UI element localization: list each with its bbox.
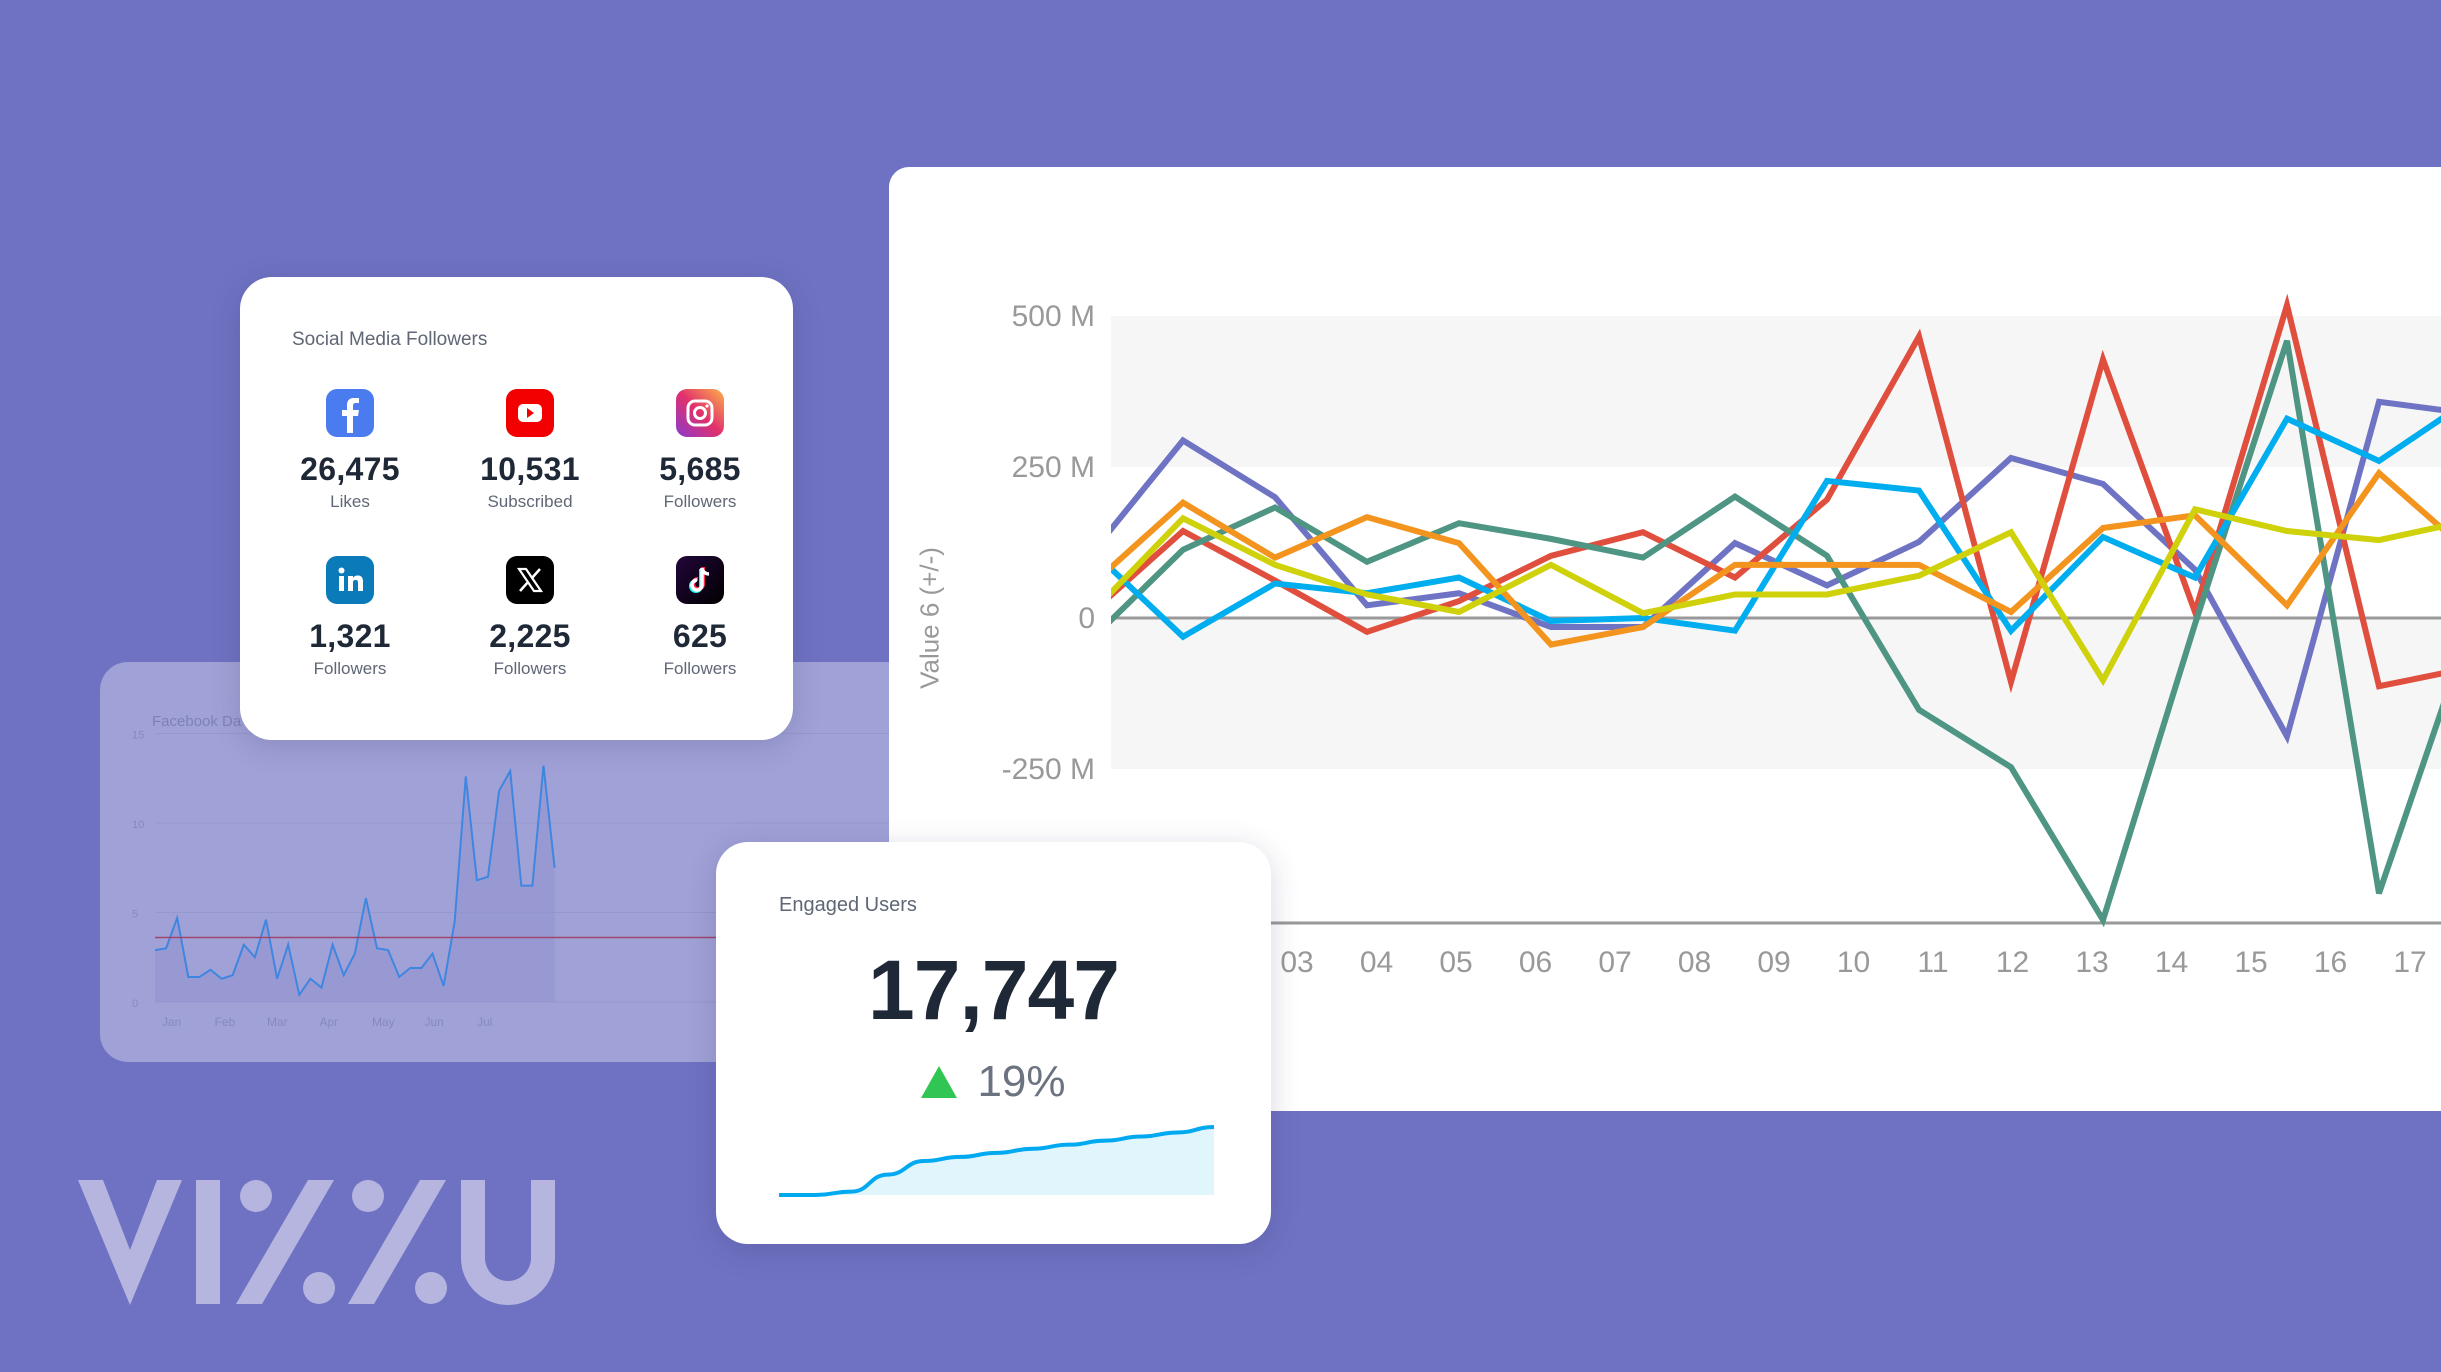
x-tick-label: 06	[1519, 946, 1552, 979]
facebook-value: 26,475	[300, 451, 400, 487]
x-tick-label: 12	[1996, 946, 2029, 979]
x-tick-label: 16	[2314, 946, 2347, 979]
x-tick-label: 17	[2393, 946, 2426, 979]
y-tick-label: 0	[1078, 602, 1095, 635]
linkedin-label: Followers	[313, 659, 387, 678]
tiktok-value: 625	[672, 618, 728, 654]
fb-x-tick: Feb	[215, 1015, 236, 1029]
youtube-icon	[506, 389, 554, 437]
tiktok-label: Followers	[663, 659, 737, 678]
y-tick-label: 250 M	[1012, 451, 1095, 484]
y-axis-title: Value 6 (+/-)	[914, 547, 945, 689]
social-item-x[interactable]: 2,225 Followers	[440, 556, 620, 679]
x-tick-label: 08	[1678, 946, 1711, 979]
youtube-label: Subscribed	[487, 492, 573, 511]
fb-x-tick: Jul	[477, 1015, 492, 1029]
x-value: 2,225	[489, 618, 571, 654]
linkedin-icon	[326, 556, 374, 604]
fb-y-tick: 0	[132, 998, 138, 1010]
fb-x-tick: May	[372, 1015, 395, 1029]
social-item-instagram[interactable]: 5,685 Followers	[620, 389, 780, 512]
x-tick-label: 14	[2155, 946, 2188, 979]
x-tick-label: 03	[1280, 946, 1313, 979]
facebook-label: Likes	[330, 492, 370, 511]
grid-band	[1111, 618, 2441, 769]
facebook-icon	[326, 389, 374, 437]
fb-x-tick: Jan	[162, 1015, 181, 1029]
engaged-users-card: Engaged Users 17,747 19%	[716, 842, 1271, 1244]
social-item-tiktok[interactable]: 625 Followers	[620, 556, 780, 679]
x-label: Followers	[493, 659, 567, 678]
instagram-icon	[676, 389, 724, 437]
engaged-users-sparkline	[779, 1125, 1215, 1197]
x-icon	[506, 556, 554, 604]
fb-y-tick: 10	[132, 819, 144, 831]
y-tick-label: -250 M	[1002, 753, 1095, 786]
x-tick-label: 15	[2234, 946, 2267, 979]
x-tick-label: 09	[1757, 946, 1790, 979]
grid-band	[1111, 316, 2441, 467]
fb-x-tick: Jun	[425, 1015, 444, 1029]
youtube-value: 10,531	[480, 451, 580, 487]
x-tick-label: 11	[1917, 946, 1948, 979]
fb-x-tick: Mar	[267, 1015, 288, 1029]
fb-y-tick: 5	[132, 909, 138, 921]
y-tick-label: 500 M	[1012, 300, 1095, 333]
linkedin-value: 1,321	[309, 618, 391, 654]
tiktok-icon	[676, 556, 724, 604]
social-media-followers-card: Social Media Followers 26,475 Likes 10,5…	[240, 277, 793, 740]
social-item-youtube[interactable]: 10,531 Subscribed	[440, 389, 620, 512]
vizzu-logo	[78, 1180, 568, 1315]
instagram-label: Followers	[663, 492, 737, 511]
instagram-value: 5,685	[659, 451, 741, 487]
social-item-facebook[interactable]: 26,475 Likes	[260, 389, 440, 512]
social-card-title: Social Media Followers	[292, 329, 488, 350]
fb-y-tick: 15	[132, 730, 144, 742]
x-tick-label: 10	[1837, 946, 1870, 979]
x-tick-label: 04	[1360, 946, 1393, 979]
fb-area	[155, 765, 555, 1002]
x-tick-label: 05	[1439, 946, 1472, 979]
x-tick-label: 07	[1598, 946, 1631, 979]
x-tick-label: 13	[2075, 946, 2108, 979]
fb-x-tick: Apr	[320, 1015, 339, 1029]
social-item-linkedin[interactable]: 1,321 Followers	[260, 556, 440, 679]
